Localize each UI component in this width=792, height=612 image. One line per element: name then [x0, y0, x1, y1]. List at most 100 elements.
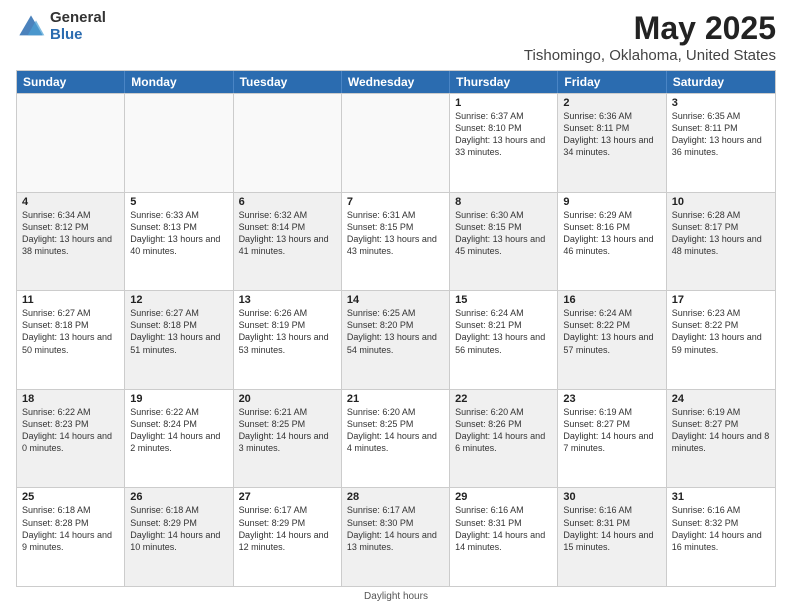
- day-number: 31: [672, 491, 770, 503]
- day-number: 18: [22, 393, 119, 405]
- cell-sun-info: Sunrise: 6:28 AM Sunset: 8:17 PM Dayligh…: [672, 209, 770, 258]
- cell-sun-info: Sunrise: 6:21 AM Sunset: 8:25 PM Dayligh…: [239, 406, 336, 455]
- calendar-cell: 11Sunrise: 6:27 AM Sunset: 8:18 PM Dayli…: [17, 291, 125, 389]
- day-of-week-header: Sunday: [17, 71, 125, 93]
- logo: General Blue: [16, 10, 106, 43]
- cell-sun-info: Sunrise: 6:30 AM Sunset: 8:15 PM Dayligh…: [455, 209, 552, 258]
- day-number: 5: [130, 196, 227, 208]
- day-number: 26: [130, 491, 227, 503]
- cell-sun-info: Sunrise: 6:17 AM Sunset: 8:30 PM Dayligh…: [347, 504, 444, 553]
- day-of-week-header: Friday: [558, 71, 666, 93]
- calendar-cell: 26Sunrise: 6:18 AM Sunset: 8:29 PM Dayli…: [125, 488, 233, 586]
- day-of-week-header: Saturday: [667, 71, 775, 93]
- day-number: 10: [672, 196, 770, 208]
- calendar-cell: 4Sunrise: 6:34 AM Sunset: 8:12 PM Daylig…: [17, 193, 125, 291]
- location: Tishomingo, Oklahoma, United States: [524, 47, 776, 64]
- calendar-cell: 6Sunrise: 6:32 AM Sunset: 8:14 PM Daylig…: [234, 193, 342, 291]
- cell-sun-info: Sunrise: 6:16 AM Sunset: 8:32 PM Dayligh…: [672, 504, 770, 553]
- calendar-cell: 19Sunrise: 6:22 AM Sunset: 8:24 PM Dayli…: [125, 390, 233, 488]
- title-block: May 2025 Tishomingo, Oklahoma, United St…: [524, 10, 776, 64]
- calendar-cell: 25Sunrise: 6:18 AM Sunset: 8:28 PM Dayli…: [17, 488, 125, 586]
- calendar-header-row: SundayMondayTuesdayWednesdayThursdayFrid…: [17, 71, 775, 93]
- cell-sun-info: Sunrise: 6:18 AM Sunset: 8:29 PM Dayligh…: [130, 504, 227, 553]
- day-number: 14: [347, 294, 444, 306]
- day-of-week-header: Thursday: [450, 71, 558, 93]
- month-year: May 2025: [524, 10, 776, 47]
- cell-sun-info: Sunrise: 6:16 AM Sunset: 8:31 PM Dayligh…: [563, 504, 660, 553]
- calendar-body: 1Sunrise: 6:37 AM Sunset: 8:10 PM Daylig…: [17, 93, 775, 586]
- calendar-cell: 7Sunrise: 6:31 AM Sunset: 8:15 PM Daylig…: [342, 193, 450, 291]
- calendar-cell: 24Sunrise: 6:19 AM Sunset: 8:27 PM Dayli…: [667, 390, 775, 488]
- cell-sun-info: Sunrise: 6:24 AM Sunset: 8:22 PM Dayligh…: [563, 307, 660, 356]
- day-number: 25: [22, 491, 119, 503]
- cell-sun-info: Sunrise: 6:19 AM Sunset: 8:27 PM Dayligh…: [672, 406, 770, 455]
- cell-sun-info: Sunrise: 6:26 AM Sunset: 8:19 PM Dayligh…: [239, 307, 336, 356]
- calendar-cell: 23Sunrise: 6:19 AM Sunset: 8:27 PM Dayli…: [558, 390, 666, 488]
- cell-sun-info: Sunrise: 6:27 AM Sunset: 8:18 PM Dayligh…: [130, 307, 227, 356]
- cell-sun-info: Sunrise: 6:24 AM Sunset: 8:21 PM Dayligh…: [455, 307, 552, 356]
- day-number: 15: [455, 294, 552, 306]
- logo-general-text: General: [50, 10, 106, 27]
- calendar-cell: 15Sunrise: 6:24 AM Sunset: 8:21 PM Dayli…: [450, 291, 558, 389]
- cell-sun-info: Sunrise: 6:33 AM Sunset: 8:13 PM Dayligh…: [130, 209, 227, 258]
- calendar-cell: 20Sunrise: 6:21 AM Sunset: 8:25 PM Dayli…: [234, 390, 342, 488]
- page: General Blue May 2025 Tishomingo, Oklaho…: [0, 0, 792, 612]
- footer-note: Daylight hours: [16, 591, 776, 602]
- calendar-cell: 30Sunrise: 6:16 AM Sunset: 8:31 PM Dayli…: [558, 488, 666, 586]
- day-number: 23: [563, 393, 660, 405]
- cell-sun-info: Sunrise: 6:31 AM Sunset: 8:15 PM Dayligh…: [347, 209, 444, 258]
- cell-sun-info: Sunrise: 6:20 AM Sunset: 8:26 PM Dayligh…: [455, 406, 552, 455]
- day-number: 7: [347, 196, 444, 208]
- day-number: 30: [563, 491, 660, 503]
- calendar-cell: 18Sunrise: 6:22 AM Sunset: 8:23 PM Dayli…: [17, 390, 125, 488]
- day-number: 8: [455, 196, 552, 208]
- cell-sun-info: Sunrise: 6:34 AM Sunset: 8:12 PM Dayligh…: [22, 209, 119, 258]
- cell-sun-info: Sunrise: 6:32 AM Sunset: 8:14 PM Dayligh…: [239, 209, 336, 258]
- calendar-cell: 2Sunrise: 6:36 AM Sunset: 8:11 PM Daylig…: [558, 94, 666, 192]
- logo-icon: [16, 12, 46, 42]
- day-number: 1: [455, 97, 552, 109]
- calendar-row: 1Sunrise: 6:37 AM Sunset: 8:10 PM Daylig…: [17, 93, 775, 192]
- day-number: 21: [347, 393, 444, 405]
- cell-sun-info: Sunrise: 6:37 AM Sunset: 8:10 PM Dayligh…: [455, 110, 552, 159]
- cell-sun-info: Sunrise: 6:35 AM Sunset: 8:11 PM Dayligh…: [672, 110, 770, 159]
- day-number: 16: [563, 294, 660, 306]
- day-of-week-header: Tuesday: [234, 71, 342, 93]
- calendar-cell: [125, 94, 233, 192]
- day-number: 2: [563, 97, 660, 109]
- cell-sun-info: Sunrise: 6:22 AM Sunset: 8:24 PM Dayligh…: [130, 406, 227, 455]
- calendar-cell: [17, 94, 125, 192]
- calendar-cell: 28Sunrise: 6:17 AM Sunset: 8:30 PM Dayli…: [342, 488, 450, 586]
- cell-sun-info: Sunrise: 6:27 AM Sunset: 8:18 PM Dayligh…: [22, 307, 119, 356]
- cell-sun-info: Sunrise: 6:17 AM Sunset: 8:29 PM Dayligh…: [239, 504, 336, 553]
- cell-sun-info: Sunrise: 6:23 AM Sunset: 8:22 PM Dayligh…: [672, 307, 770, 356]
- calendar: SundayMondayTuesdayWednesdayThursdayFrid…: [16, 70, 776, 587]
- calendar-cell: 29Sunrise: 6:16 AM Sunset: 8:31 PM Dayli…: [450, 488, 558, 586]
- day-number: 24: [672, 393, 770, 405]
- cell-sun-info: Sunrise: 6:22 AM Sunset: 8:23 PM Dayligh…: [22, 406, 119, 455]
- header: General Blue May 2025 Tishomingo, Oklaho…: [16, 10, 776, 64]
- logo-blue-text: Blue: [50, 27, 106, 44]
- cell-sun-info: Sunrise: 6:18 AM Sunset: 8:28 PM Dayligh…: [22, 504, 119, 553]
- calendar-row: 25Sunrise: 6:18 AM Sunset: 8:28 PM Dayli…: [17, 487, 775, 586]
- day-number: 17: [672, 294, 770, 306]
- cell-sun-info: Sunrise: 6:36 AM Sunset: 8:11 PM Dayligh…: [563, 110, 660, 159]
- calendar-cell: 13Sunrise: 6:26 AM Sunset: 8:19 PM Dayli…: [234, 291, 342, 389]
- calendar-cell: [342, 94, 450, 192]
- calendar-cell: 21Sunrise: 6:20 AM Sunset: 8:25 PM Dayli…: [342, 390, 450, 488]
- cell-sun-info: Sunrise: 6:20 AM Sunset: 8:25 PM Dayligh…: [347, 406, 444, 455]
- day-number: 27: [239, 491, 336, 503]
- calendar-cell: 31Sunrise: 6:16 AM Sunset: 8:32 PM Dayli…: [667, 488, 775, 586]
- day-of-week-header: Monday: [125, 71, 233, 93]
- calendar-cell: 5Sunrise: 6:33 AM Sunset: 8:13 PM Daylig…: [125, 193, 233, 291]
- calendar-cell: 1Sunrise: 6:37 AM Sunset: 8:10 PM Daylig…: [450, 94, 558, 192]
- day-number: 20: [239, 393, 336, 405]
- calendar-cell: 22Sunrise: 6:20 AM Sunset: 8:26 PM Dayli…: [450, 390, 558, 488]
- day-of-week-header: Wednesday: [342, 71, 450, 93]
- day-number: 3: [672, 97, 770, 109]
- day-number: 9: [563, 196, 660, 208]
- calendar-cell: 14Sunrise: 6:25 AM Sunset: 8:20 PM Dayli…: [342, 291, 450, 389]
- day-number: 28: [347, 491, 444, 503]
- calendar-cell: 10Sunrise: 6:28 AM Sunset: 8:17 PM Dayli…: [667, 193, 775, 291]
- logo-text: General Blue: [50, 10, 106, 43]
